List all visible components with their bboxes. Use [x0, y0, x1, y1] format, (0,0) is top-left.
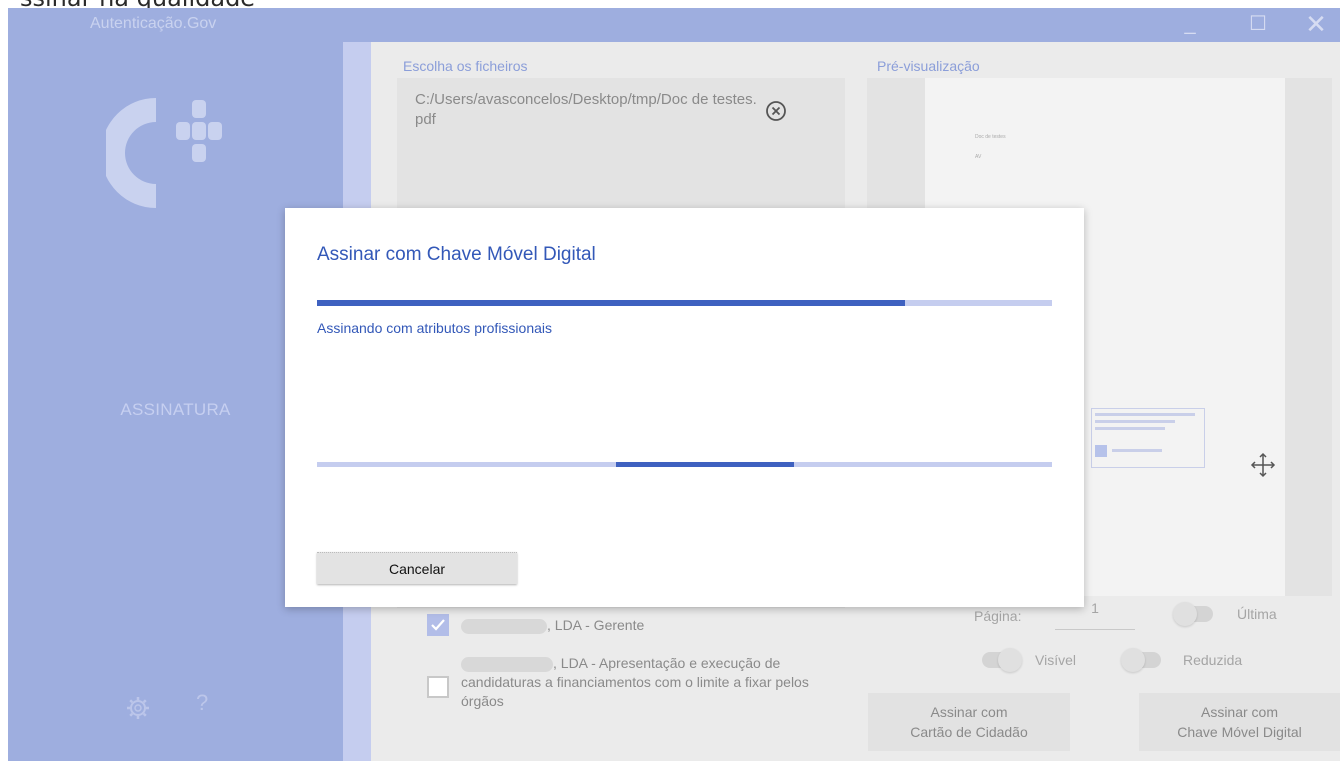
- signature-logo: [1095, 445, 1107, 457]
- move-icon[interactable]: [1249, 451, 1277, 479]
- busy-indicator-segment: [616, 462, 794, 467]
- toggle-knob: [1173, 602, 1197, 626]
- last-page-toggle[interactable]: [1173, 602, 1213, 626]
- page-label: Página:: [974, 608, 1022, 624]
- attribute-label-text: , LDA - Gerente: [547, 617, 645, 633]
- background-window-strip: ssinar na qualidade: [0, 0, 1340, 8]
- last-page-label: Última: [1237, 606, 1277, 622]
- visible-toggle[interactable]: [982, 648, 1022, 672]
- redacted-name: [461, 618, 547, 634]
- preview-page-initials: AV: [975, 154, 982, 160]
- sign-with-mobile-key-button[interactable]: Assinar com Chave Móvel Digital: [1139, 693, 1340, 751]
- dialog-status: Assinando com atributos profissionais: [317, 320, 553, 336]
- busy-indicator: [317, 462, 1052, 467]
- app-title: Autenticação.Gov: [90, 15, 217, 32]
- maximize-button[interactable]: ☐: [1238, 12, 1278, 38]
- reduced-label: Reduzida: [1183, 652, 1243, 668]
- preview-page-title: Doc de testes: [975, 134, 1006, 140]
- signature-placeholder[interactable]: [1091, 408, 1205, 468]
- attribute-label: , LDA - Apresentação e execução de candi…: [461, 654, 821, 711]
- preview-label: Pré-visualização: [877, 58, 980, 74]
- button-label-line2: Chave Móvel Digital: [1177, 724, 1302, 740]
- cancel-button[interactable]: Cancelar: [317, 552, 517, 584]
- dialog-title: Assinar com Chave Móvel Digital: [317, 244, 596, 265]
- attribute-label: , LDA - Gerente: [461, 616, 644, 635]
- toggle-knob: [1121, 648, 1145, 672]
- files-label: Escolha os ficheiros: [403, 58, 528, 74]
- signature-line: [1095, 413, 1195, 416]
- signature-line: [1095, 420, 1175, 423]
- signature-line: [1112, 449, 1162, 452]
- reduced-toggle[interactable]: [1121, 648, 1161, 672]
- gear-icon[interactable]: [126, 696, 150, 720]
- remove-file-icon[interactable]: [765, 100, 787, 122]
- signature-line: [1095, 427, 1165, 430]
- button-label-line1: Assinar com: [1200, 704, 1279, 720]
- button-label-line1: Assinar com: [930, 704, 1008, 720]
- screen: ssinar na qualidade Autenticação.Gov _ ☐…: [0, 0, 1340, 761]
- sign-with-citizen-card-button[interactable]: Assinar com Cartão de Cidadão: [868, 693, 1070, 751]
- button-label-line2: Cartão de Cidadão: [910, 724, 1028, 740]
- attribute-checkbox[interactable]: [427, 676, 449, 698]
- signing-progress-bar: [317, 300, 1052, 306]
- visible-label: Visível: [1035, 652, 1076, 668]
- check-icon: [431, 619, 445, 631]
- sign-dialog: Assinar com Chave Móvel Digital Assinand…: [285, 208, 1084, 607]
- minimize-button[interactable]: _: [1170, 12, 1210, 38]
- file-path: C:/Users/avasconcelos/Desktop/tmp/Doc de…: [415, 91, 757, 128]
- help-icon[interactable]: ?: [196, 690, 208, 716]
- autenticacao-gov-logo: [106, 98, 222, 208]
- background-window-title-fragment: ssinar na qualidade: [20, 0, 255, 8]
- signing-progress-fill: [317, 300, 905, 306]
- attribute-checkbox[interactable]: [427, 614, 449, 636]
- redacted-name: [461, 656, 553, 672]
- toggle-knob: [998, 648, 1022, 672]
- title-bar: Autenticação.Gov _ ☐ ✕: [8, 8, 1340, 42]
- close-button[interactable]: ✕: [1296, 11, 1336, 38]
